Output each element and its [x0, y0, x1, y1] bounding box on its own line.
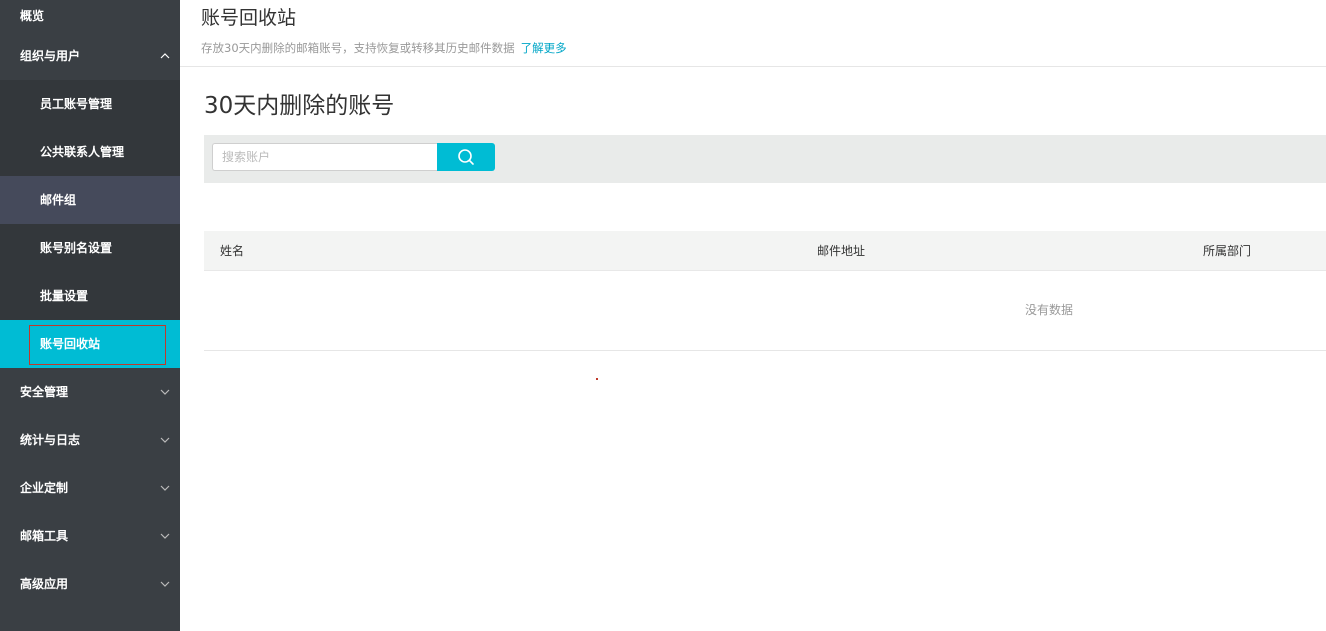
- sidebar-item-label: 公共联系人管理: [40, 145, 125, 159]
- column-header-department: 所属部门: [1203, 244, 1252, 258]
- section-title: 30天内删除的账号: [204, 93, 395, 119]
- page-title: 账号回收站: [201, 7, 297, 29]
- sidebar-item-public-contacts[interactable]: 公共联系人管理: [0, 128, 180, 176]
- sidebar-item-mail-tools[interactable]: 邮箱工具: [0, 512, 180, 560]
- deleted-accounts-table: 姓名 邮件地址 所属部门 没有数据: [204, 231, 1326, 351]
- learn-more-link[interactable]: 了解更多: [521, 41, 567, 55]
- sidebar-item-label: 高级应用: [20, 577, 69, 591]
- page-description: 存放30天内删除的邮箱账号，支持恢复或转移其历史邮件数据 了解更多: [201, 41, 1326, 55]
- chevron-down-icon: [159, 368, 171, 416]
- sidebar-item-label: 邮箱工具: [20, 529, 69, 543]
- sidebar-item-label: 账号别名设置: [40, 241, 113, 255]
- search-button[interactable]: [437, 143, 495, 171]
- empty-state-text: 没有数据: [1025, 303, 1074, 317]
- sidebar-item-stats-logs[interactable]: 统计与日志: [0, 416, 180, 464]
- sidebar-item-mail-groups[interactable]: 邮件组: [0, 176, 180, 224]
- column-header-name: 姓名: [220, 244, 245, 258]
- sidebar-item-overview[interactable]: 概览: [0, 0, 180, 32]
- chevron-up-icon: [159, 32, 171, 80]
- chevron-down-icon: [159, 512, 171, 560]
- chevron-down-icon: [159, 464, 171, 512]
- sidebar-item-label: 邮件组: [40, 193, 77, 207]
- sidebar-item-label: 组织与用户: [20, 49, 81, 63]
- highlight-box: [29, 325, 166, 365]
- sidebar-item-label: 批量设置: [40, 289, 89, 303]
- sidebar: 概览 组织与用户 员工账号管理 公共联系人管理 邮件组 账号别名设置 批量设置 …: [0, 0, 180, 631]
- sidebar-item-account-recycle-bin[interactable]: 账号回收站: [0, 320, 180, 368]
- sidebar-item-advanced-apps[interactable]: 高级应用: [0, 560, 180, 608]
- page-header: 账号回收站 存放30天内删除的邮箱账号，支持恢复或转移其历史邮件数据 了解更多: [180, 0, 1326, 67]
- chevron-down-icon: [159, 560, 171, 608]
- chevron-down-icon: [159, 416, 171, 464]
- table-header: 姓名 邮件地址 所属部门: [204, 231, 1326, 271]
- description-text: 存放30天内删除的邮箱账号，支持恢复或转移其历史邮件数据: [201, 41, 515, 55]
- sidebar-item-label: 企业定制: [20, 481, 69, 495]
- sidebar-item-label: 安全管理: [20, 385, 69, 399]
- sidebar-item-label: 概览: [20, 9, 45, 23]
- column-header-email: 邮件地址: [817, 244, 866, 258]
- main-content: 账号回收站 存放30天内删除的邮箱账号，支持恢复或转移其历史邮件数据 了解更多 3…: [180, 0, 1326, 631]
- sidebar-item-batch-settings[interactable]: 批量设置: [0, 272, 180, 320]
- sidebar-item-label: 统计与日志: [20, 433, 81, 447]
- sidebar-item-label: 员工账号管理: [40, 97, 113, 111]
- search-input[interactable]: [212, 143, 438, 171]
- sidebar-item-org-users[interactable]: 组织与用户: [0, 32, 180, 80]
- sidebar-item-account-alias[interactable]: 账号别名设置: [0, 224, 180, 272]
- sidebar-item-enterprise-custom[interactable]: 企业定制: [0, 464, 180, 512]
- table-body: 没有数据: [204, 271, 1326, 351]
- sidebar-item-security[interactable]: 安全管理: [0, 368, 180, 416]
- search-icon: [457, 148, 475, 166]
- stray-dot: [596, 378, 598, 380]
- app-root: 概览 组织与用户 员工账号管理 公共联系人管理 邮件组 账号别名设置 批量设置 …: [0, 0, 1326, 631]
- sidebar-item-employee-accounts[interactable]: 员工账号管理: [0, 80, 180, 128]
- search-bar: [204, 135, 1326, 183]
